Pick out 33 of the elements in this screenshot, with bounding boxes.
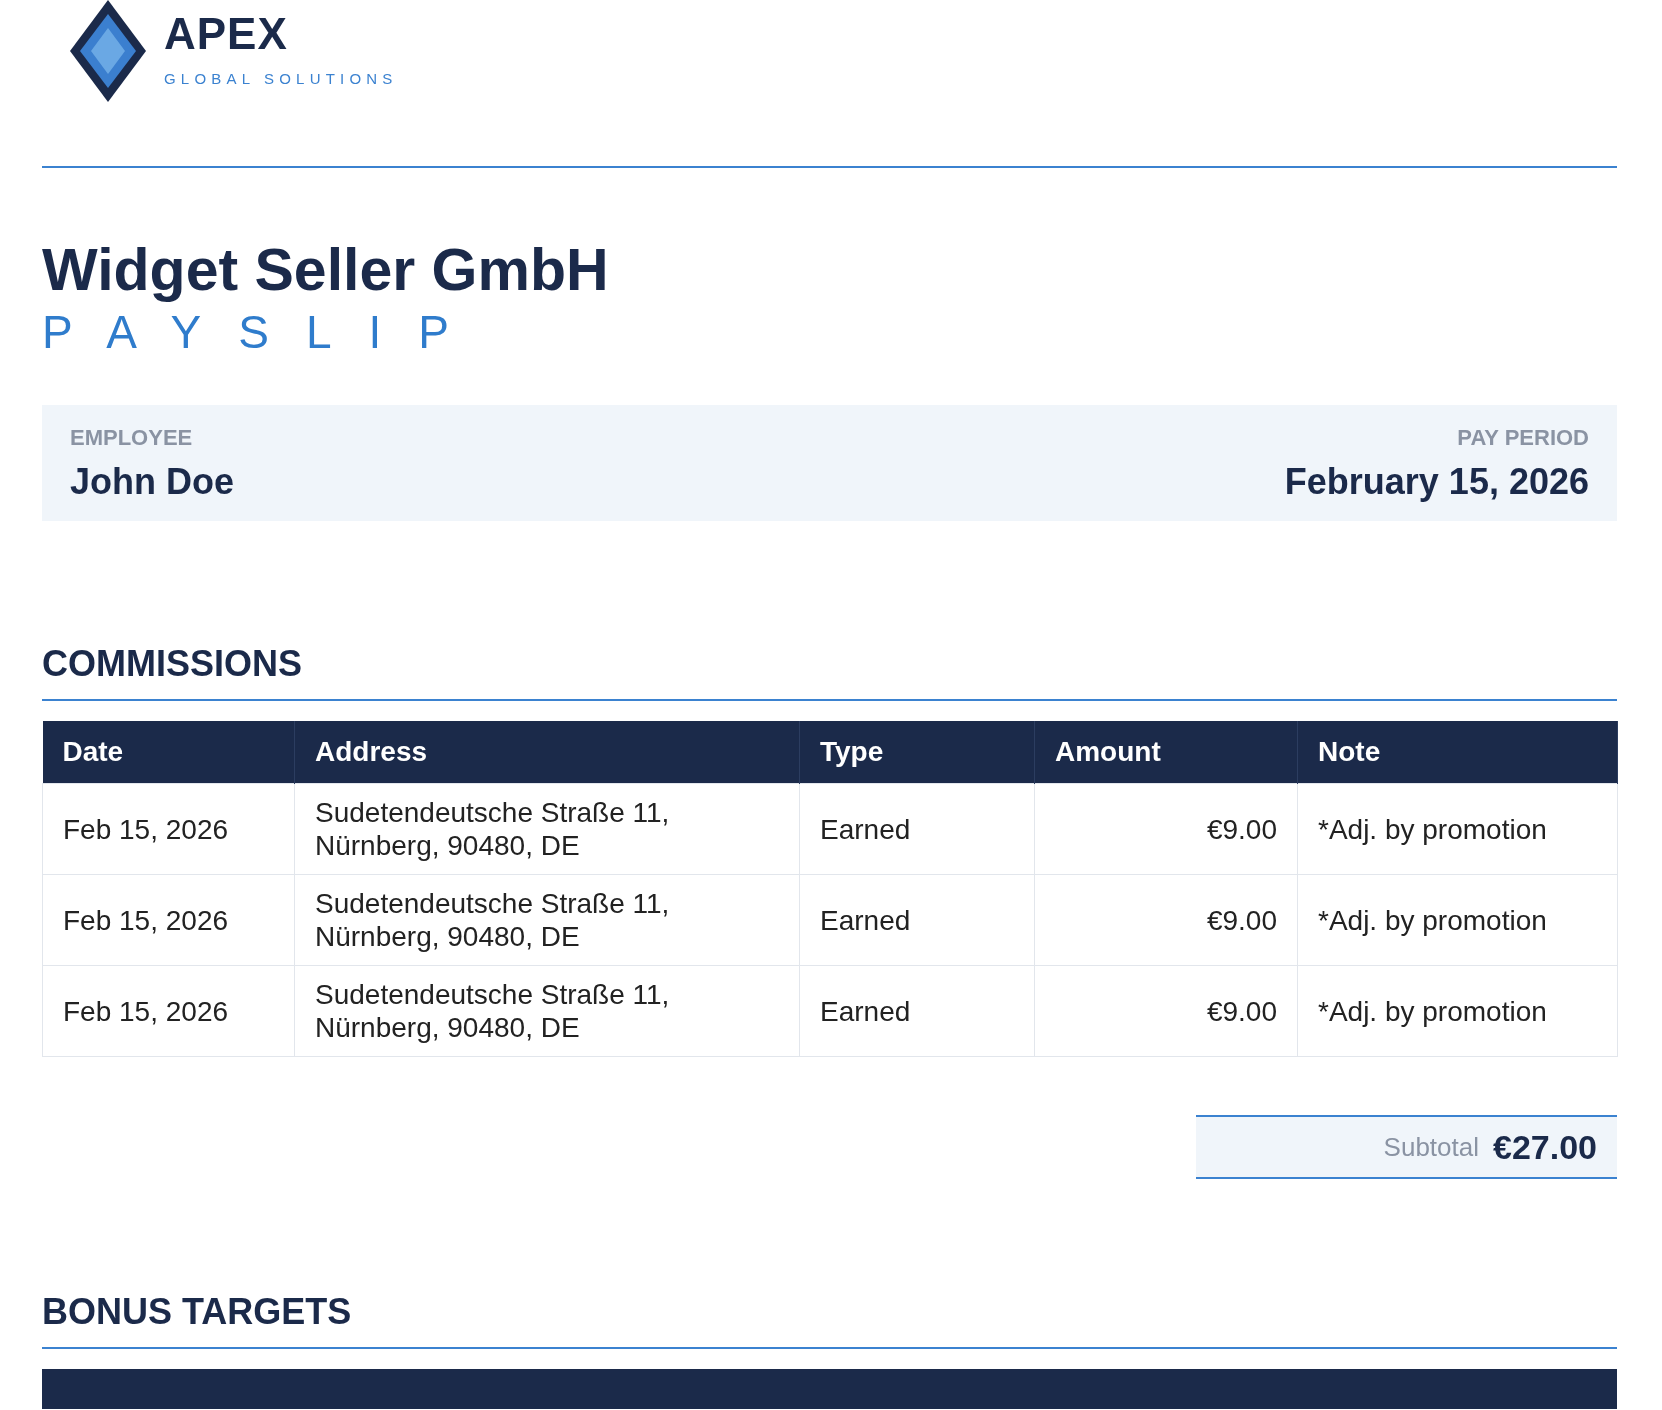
table-cell: *Adj. by promotion	[1297, 784, 1618, 875]
table-cell: €9.00	[1034, 875, 1298, 966]
pay-period-date: February 15, 2026	[1284, 461, 1589, 504]
diamond-logo-icon	[70, 0, 146, 102]
subtotal-label: Subtotal	[1383, 1132, 1479, 1163]
section-heading: BONUS TARGETS	[42, 1291, 1617, 1350]
table-cell: Feb 15, 2026	[42, 966, 295, 1057]
column-header: Note	[1297, 721, 1618, 784]
logo-name: APEX	[164, 12, 289, 56]
table-cell: Earned	[799, 784, 1035, 875]
company-name: Widget Seller GmbH	[42, 238, 610, 303]
table-cell: Sudetendeutsche Straße 11, Nürnberg, 90480, DE	[294, 784, 800, 875]
section-heading: COMMISSIONS	[42, 643, 1617, 702]
table-cell: *Adj. by promotion	[1297, 966, 1618, 1057]
column-header: Date	[42, 721, 295, 784]
pay-period-label: PAY PERIOD	[1456, 425, 1589, 452]
table-cell: Sudetendeutsche Straße 11, Nürnberg, 90480, DE	[294, 966, 800, 1057]
column-header: Type	[799, 721, 1035, 784]
table-cell: Earned	[799, 875, 1035, 966]
table-cell: Feb 15, 2026	[42, 784, 295, 875]
table-cell: Sudetendeutsche Straße 11, Nürnberg, 90480, DE	[294, 875, 800, 966]
employee-name: John Doe	[70, 461, 234, 504]
table-cell: €9.00	[1034, 966, 1298, 1057]
employee-label: EMPLOYEE	[70, 425, 194, 452]
column-header: Amount	[1034, 721, 1298, 784]
logo-tagline: GLOBAL SOLUTIONS	[164, 70, 398, 87]
table-cell: Feb 15, 2026	[42, 875, 295, 966]
table-cell: *Adj. by promotion	[1297, 875, 1618, 966]
subtotal-value: €27.00	[1493, 1128, 1597, 1167]
table-cell: €9.00	[1034, 784, 1298, 875]
table-cell: Earned	[799, 966, 1035, 1057]
document-title: PAYSLIP	[42, 306, 487, 358]
column-header: Address	[294, 721, 800, 784]
